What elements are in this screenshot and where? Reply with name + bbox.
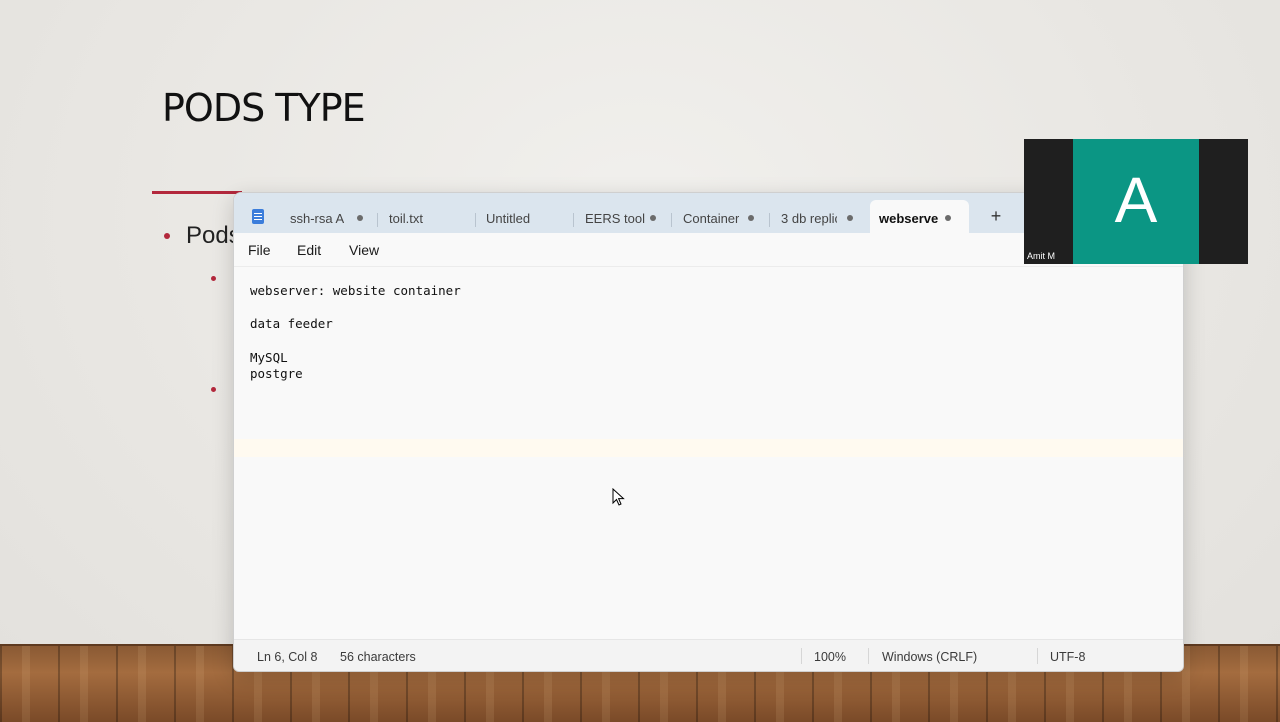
sub-bullet-dot: [211, 276, 216, 281]
editor-line: webserver: website container: [250, 283, 461, 298]
avatar: A: [1073, 139, 1199, 264]
text-editor-area[interactable]: webserver: website container data feeder…: [234, 267, 1183, 639]
notepad-icon: [252, 209, 264, 224]
tab-untitled[interactable]: Untitled: [486, 200, 568, 233]
tab-3-db-replicas[interactable]: 3 db replic: [781, 200, 863, 233]
tab-divider: [671, 213, 672, 227]
new-tab-button[interactable]: +: [986, 206, 1006, 227]
tab-divider: [377, 213, 378, 227]
encoding[interactable]: UTF-8: [1050, 650, 1085, 664]
unsaved-dot-icon: [748, 215, 754, 221]
menu-edit[interactable]: Edit: [297, 242, 321, 258]
mouse-cursor-icon: [612, 488, 625, 506]
tab-webserver[interactable]: webserve: [870, 200, 969, 233]
tab-ssh-rsa[interactable]: ssh-rsa AA: [290, 200, 372, 233]
status-divider: [1037, 648, 1038, 664]
tab-eers-tool[interactable]: EERS tool: [585, 200, 667, 233]
tab-label: webserve: [879, 211, 939, 226]
bullet-dot: [164, 233, 170, 239]
unsaved-dot-icon: [945, 215, 951, 221]
tab-label: Untitled: [486, 211, 531, 226]
tab-label: Container: [683, 211, 740, 226]
title-accent-line: [152, 191, 242, 194]
status-divider: [868, 648, 869, 664]
editor-line: postgre: [250, 366, 303, 381]
unsaved-dot-icon: [847, 215, 853, 221]
tab-divider: [769, 213, 770, 227]
tab-label: toil.txt: [389, 211, 423, 226]
video-participant-tile[interactable]: A Amit M: [1024, 139, 1248, 264]
tab-divider: [475, 213, 476, 227]
editor-line: MySQL: [250, 350, 288, 365]
unsaved-dot-icon: [650, 215, 656, 221]
tab-divider: [573, 213, 574, 227]
sub-bullet-dot: [211, 387, 216, 392]
tab-label: EERS tool: [585, 211, 645, 226]
menu-view[interactable]: View: [349, 242, 379, 258]
cursor-position: Ln 6, Col 8: [257, 650, 318, 664]
line-ending[interactable]: Windows (CRLF): [882, 650, 977, 664]
character-count: 56 characters: [340, 650, 416, 664]
participant-name: Amit M: [1027, 251, 1055, 261]
tab-container[interactable]: Container: [683, 200, 765, 233]
tab-label: 3 db replic: [781, 211, 837, 226]
zoom-level[interactable]: 100%: [814, 650, 846, 664]
unsaved-dot-icon: [357, 215, 363, 221]
notepad-window[interactable]: ssh-rsa AA toil.txt Untitled EERS tool C…: [233, 192, 1184, 672]
menu-file[interactable]: File: [248, 242, 271, 258]
avatar-letter: A: [1114, 164, 1158, 236]
current-line-highlight: [234, 439, 1183, 457]
tab-toil-txt[interactable]: toil.txt: [389, 200, 471, 233]
editor-line: data feeder: [250, 316, 333, 331]
status-divider: [801, 648, 802, 664]
slide-title: PODS TYPE: [162, 86, 366, 130]
status-bar: Ln 6, Col 8 56 characters 100% Windows (…: [234, 639, 1183, 671]
tab-label: ssh-rsa AA: [290, 211, 344, 226]
